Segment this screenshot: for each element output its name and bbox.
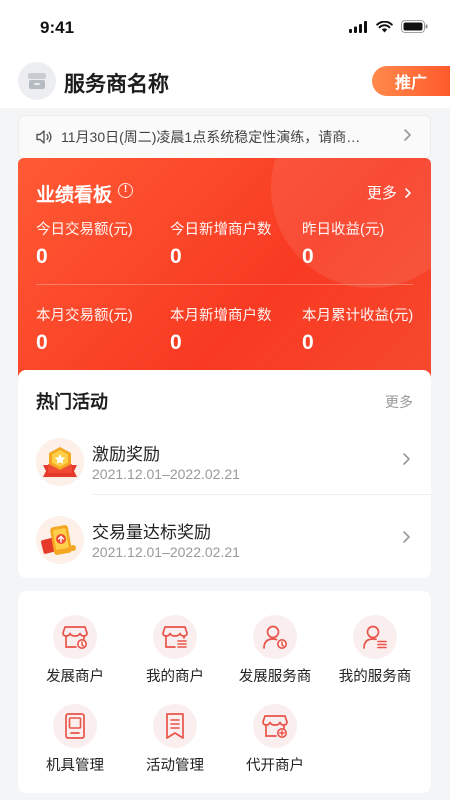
metric-label: 本月交易额(元) bbox=[36, 308, 133, 324]
menu-label: 活动管理 bbox=[146, 758, 204, 774]
metric-label: 今日交易额(元) bbox=[36, 222, 133, 238]
metric-month-total-income: 本月累计收益(元) 0 bbox=[302, 304, 431, 355]
notice-text: 11月30日(周二)凌晨1点系统稳定性演练，请商户提前做好准备 bbox=[61, 129, 367, 145]
menu-item-my-providers[interactable]: 我的服务商 bbox=[325, 615, 425, 695]
metric-value: 0 bbox=[170, 245, 182, 268]
status-icons bbox=[349, 20, 428, 33]
menu-label: 我的商户 bbox=[146, 669, 204, 685]
user-add-icon bbox=[253, 615, 297, 659]
metric-month-new-merchants: 本月新增商户数 0 bbox=[170, 304, 300, 355]
phone-payment-icon bbox=[36, 516, 84, 564]
wifi-icon bbox=[376, 20, 393, 32]
store-add-icon bbox=[53, 615, 97, 659]
info-icon[interactable]: ! bbox=[118, 183, 133, 198]
menu-item-develop-merchant[interactable]: 发展商户 bbox=[25, 615, 125, 695]
activity-name: 交易量达标奖励 bbox=[92, 523, 211, 542]
metric-yesterday-income: 昨日收益(元) 0 bbox=[302, 218, 431, 269]
board-title: 业绩看板 bbox=[36, 185, 113, 206]
notice-bar[interactable]: 11月30日(周二)凌晨1点系统稳定性演练，请商户提前做好准备 bbox=[18, 115, 431, 159]
activity-date: 2021.12.01–2022.02.21 bbox=[92, 466, 240, 482]
speaker-icon bbox=[35, 129, 53, 145]
board-more-link[interactable]: 更多 bbox=[367, 182, 413, 203]
menu-label: 发展商户 bbox=[46, 669, 104, 685]
menu-item-activity-management[interactable]: 活动管理 bbox=[125, 704, 225, 784]
metric-month-volume: 本月交易额(元) 0 bbox=[36, 304, 166, 355]
metric-label: 今日新增商户数 bbox=[170, 222, 272, 238]
menu-label: 我的服务商 bbox=[338, 669, 412, 685]
hot-activities-card: 热门活动 更多 激励奖励 2021.12.01–2022.02.21 交易量达标… bbox=[18, 370, 431, 578]
menu-label: 发展服务商 bbox=[238, 669, 312, 685]
metric-today-new-merchants: 今日新增商户数 0 bbox=[170, 218, 300, 269]
metric-label: 本月新增商户数 bbox=[170, 308, 272, 324]
user-list-icon bbox=[353, 615, 397, 659]
metric-today-volume: 今日交易额(元) 0 bbox=[36, 218, 166, 269]
pos-device-icon bbox=[53, 704, 97, 748]
function-menu: 发展商户 我的商户 发展服务商 我的服务商 机具管理 活动管理 代开商户 bbox=[18, 591, 431, 793]
activity-date: 2021.12.01–2022.02.21 bbox=[92, 544, 240, 560]
menu-item-develop-provider[interactable]: 发展服务商 bbox=[225, 615, 325, 695]
bookmark-list-icon bbox=[153, 704, 197, 748]
provider-name: 服务商名称 bbox=[64, 73, 169, 96]
metric-value: 0 bbox=[302, 331, 314, 354]
board-divider bbox=[36, 284, 413, 285]
menu-item-open-merchant-on-behalf[interactable]: 代开商户 bbox=[225, 704, 325, 784]
store-list-icon bbox=[153, 615, 197, 659]
activity-item-incentive[interactable]: 激励奖励 2021.12.01–2022.02.21 bbox=[18, 426, 431, 498]
activity-name: 激励奖励 bbox=[92, 445, 160, 464]
trophy-badge-icon bbox=[36, 438, 84, 486]
status-bar: 9:41 bbox=[0, 0, 450, 56]
metric-label: 本月累计收益(元) bbox=[302, 308, 414, 324]
metric-value: 0 bbox=[36, 245, 48, 268]
activity-item-volume-target[interactable]: 交易量达标奖励 2021.12.01–2022.02.21 bbox=[18, 504, 431, 576]
activity-divider bbox=[92, 494, 431, 495]
menu-item-my-merchants[interactable]: 我的商户 bbox=[125, 615, 225, 695]
signal-icon bbox=[349, 20, 367, 33]
activities-more-link[interactable]: 更多 bbox=[385, 392, 413, 412]
menu-item-device-management[interactable]: 机具管理 bbox=[25, 704, 125, 784]
status-time: 9:41 bbox=[40, 18, 75, 37]
store-plus-icon bbox=[253, 704, 297, 748]
board-more-label: 更多 bbox=[366, 185, 397, 202]
metric-label: 昨日收益(元) bbox=[302, 222, 385, 238]
activities-title: 热门活动 bbox=[36, 392, 108, 412]
metric-value: 0 bbox=[36, 331, 48, 354]
avatar[interactable] bbox=[18, 62, 56, 100]
chevron-right-icon bbox=[401, 530, 411, 549]
header: 服务商名称 推广 bbox=[0, 56, 450, 108]
chevron-right-icon bbox=[405, 188, 411, 198]
metric-value: 0 bbox=[170, 331, 182, 354]
store-icon bbox=[28, 73, 46, 89]
menu-label: 代开商户 bbox=[246, 758, 304, 774]
promote-button[interactable]: 推广 bbox=[372, 66, 450, 96]
battery-icon bbox=[401, 20, 428, 33]
chevron-right-icon bbox=[402, 128, 412, 147]
chevron-right-icon bbox=[401, 452, 411, 471]
menu-label: 机具管理 bbox=[46, 758, 104, 774]
metric-value: 0 bbox=[302, 245, 314, 268]
performance-board: 业绩看板 ! 更多 今日交易额(元) 0 今日新增商户数 0 昨日收益(元) 0… bbox=[18, 158, 431, 388]
